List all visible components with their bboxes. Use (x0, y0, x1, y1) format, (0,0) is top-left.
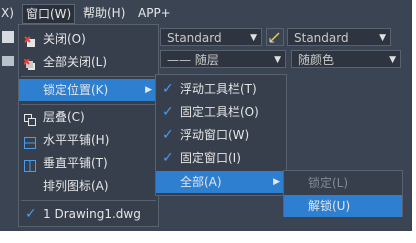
dim-style-icon[interactable] (266, 28, 284, 46)
menu-item-unlock[interactable]: 解锁(U) (284, 195, 402, 217)
menu-item-floating-windows[interactable]: ✓ 浮动窗口(W) (156, 124, 286, 146)
dim-style-value: Standard (294, 31, 349, 45)
menu-item-close-all[interactable]: 全部关闭(L) (19, 51, 158, 73)
menu-item-arrange-icons[interactable]: 排列图标(A) (19, 175, 158, 197)
tile-horizontal-icon (24, 134, 36, 149)
menu-item-all[interactable]: 全部(A) ▶ (156, 171, 286, 193)
menu-item-label: 固定工具栏(O) (180, 105, 259, 119)
checkmark-icon: ✓ (25, 206, 37, 222)
tool-icon[interactable] (2, 31, 14, 43)
menu-item-docked-windows[interactable]: ✓ 固定窗口(I) (156, 147, 286, 169)
tool-icon[interactable] (2, 56, 14, 66)
menu-item-lock: 锁定(L) (284, 172, 402, 194)
menu-item-docked-toolbars[interactable]: ✓ 固定工具栏(O) (156, 101, 286, 123)
chevron-down-icon: ▼ (274, 55, 281, 65)
window-menu: 关闭(O) 全部关闭(L) 锁定位置(K) ▶ 层叠(C) 水平平铺(H) 垂直… (18, 24, 159, 227)
checkmark-icon: ✓ (162, 81, 174, 97)
menu-separator (21, 76, 156, 77)
cascade-icon (24, 111, 36, 126)
menu-help[interactable]: 帮助(H) (80, 4, 128, 22)
checkmark-icon: ✓ (162, 104, 174, 120)
menu-app-plus[interactable]: APP+ (135, 4, 174, 22)
linetype-dropdown[interactable]: —— 随层 ▼ (160, 50, 286, 68)
close-all-icon (23, 56, 36, 70)
menu-item-label: 解锁(U) (308, 199, 351, 213)
menu-item-lock-position[interactable]: 锁定位置(K) ▶ (19, 79, 158, 101)
menu-item-label: 全部关闭(L) (43, 55, 108, 69)
all-submenu: 锁定(L) 解锁(U) (283, 170, 403, 217)
tile-vertical-icon (24, 157, 36, 172)
menu-item-label: 固定窗口(I) (180, 151, 241, 165)
menu-separator (21, 200, 156, 201)
checkmark-icon: ✓ (162, 150, 174, 166)
color-dropdown[interactable]: 随颜色 ▼ (291, 50, 401, 68)
menu-item-tile-vertical[interactable]: 垂直平铺(T) (19, 152, 158, 174)
menu-item-label: 1 Drawing1.dwg (43, 207, 141, 221)
menu-window[interactable]: 窗口(W) (22, 4, 76, 24)
menu-item-label: 全部(A) (180, 175, 222, 189)
menu-item-label: 浮动窗口(W) (180, 128, 250, 142)
menu-item-label: 垂直平铺(T) (43, 156, 108, 170)
submenu-arrow-icon: ▶ (273, 177, 280, 187)
menu-item-label: 关闭(O) (43, 32, 86, 46)
menu-previous[interactable]: X) (0, 4, 17, 22)
menu-item-label: 排列图标(A) (43, 179, 109, 193)
chevron-down-icon: ▼ (250, 33, 257, 43)
menu-item-label: 浮动工具栏(T) (180, 82, 257, 96)
submenu-arrow-icon: ▶ (145, 85, 152, 95)
chevron-down-icon: ▼ (379, 33, 386, 43)
app-window: X) 窗口(W) 帮助(H) APP+ Standard ▼ Standard … (0, 0, 412, 231)
dim-style-dropdown[interactable]: Standard ▼ (287, 28, 391, 46)
menu-item-label: 锁定位置(K) (43, 83, 109, 97)
checkmark-icon: ✓ (162, 127, 174, 143)
color-value: 随颜色 (298, 53, 335, 67)
chevron-down-icon: ▼ (389, 55, 396, 65)
lock-position-submenu: ✓ 浮动工具栏(T) ✓ 固定工具栏(O) ✓ 浮动窗口(W) ✓ 固定窗口(I… (155, 74, 287, 196)
menu-bar: X) 窗口(W) 帮助(H) APP+ (0, 0, 412, 24)
menu-item-cascade[interactable]: 层叠(C) (19, 106, 158, 128)
menu-item-label: 层叠(C) (43, 110, 85, 124)
menu-item-label: 锁定(L) (308, 176, 349, 190)
menu-item-close[interactable]: 关闭(O) (19, 28, 158, 50)
text-style-dropdown[interactable]: Standard ▼ (160, 28, 262, 46)
close-window-icon (24, 33, 36, 47)
menu-item-label: 水平平铺(H) (43, 133, 110, 147)
menu-item-floating-toolbars[interactable]: ✓ 浮动工具栏(T) (156, 78, 286, 100)
text-style-value: Standard (167, 31, 222, 45)
left-tool-strip (0, 28, 18, 76)
menu-separator (21, 104, 156, 105)
menu-item-drawing1[interactable]: ✓ 1 Drawing1.dwg (19, 203, 158, 225)
linetype-value: —— 随层 (167, 53, 219, 67)
menu-item-tile-horizontal[interactable]: 水平平铺(H) (19, 129, 158, 151)
